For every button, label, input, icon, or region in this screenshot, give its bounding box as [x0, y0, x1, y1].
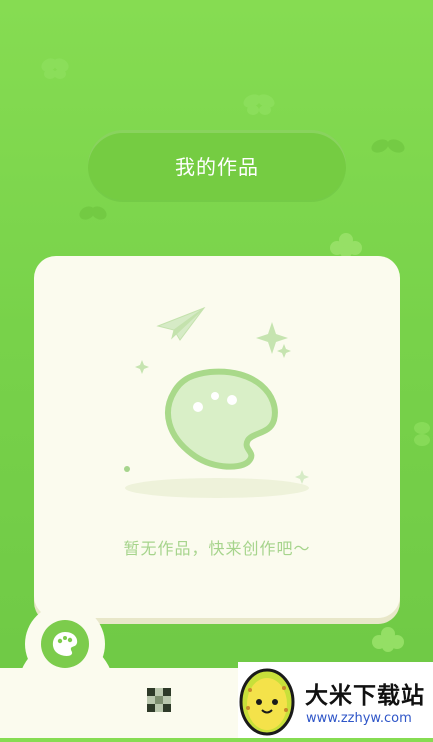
watermark-url: www.zzhyw.com: [306, 711, 412, 726]
fab-circle: [41, 620, 89, 668]
page-title: 我的作品: [88, 130, 346, 200]
sparkle-icon: [295, 470, 309, 484]
grid-icon[interactable]: [147, 688, 177, 722]
create-artwork-button[interactable]: [25, 604, 105, 684]
empty-state-illustration: [124, 306, 309, 498]
palette-icon: [52, 632, 78, 656]
butterfly-decoration-icon: [242, 92, 276, 118]
page-title-text: 我的作品: [175, 154, 259, 179]
paper-plane-icon: [156, 306, 206, 341]
clover-decoration-icon: [368, 626, 408, 656]
watermark-title: 大米下载站: [305, 683, 425, 709]
illustration-shadow: [125, 478, 309, 498]
butterfly-decoration-icon: [370, 136, 406, 162]
empty-state-message: 暂无作品，快来创作吧～: [123, 539, 311, 558]
egg-mascot-logo: [236, 662, 298, 742]
butterfly-decoration-icon: [410, 420, 433, 450]
empty-state-card: [34, 256, 400, 618]
butterfly-decoration-icon: [40, 56, 70, 82]
sparkle-icon: [277, 344, 291, 358]
butterfly-decoration-icon: [78, 204, 108, 228]
palette-illustration-icon: [165, 368, 278, 470]
sparkle-icon: [135, 360, 149, 374]
